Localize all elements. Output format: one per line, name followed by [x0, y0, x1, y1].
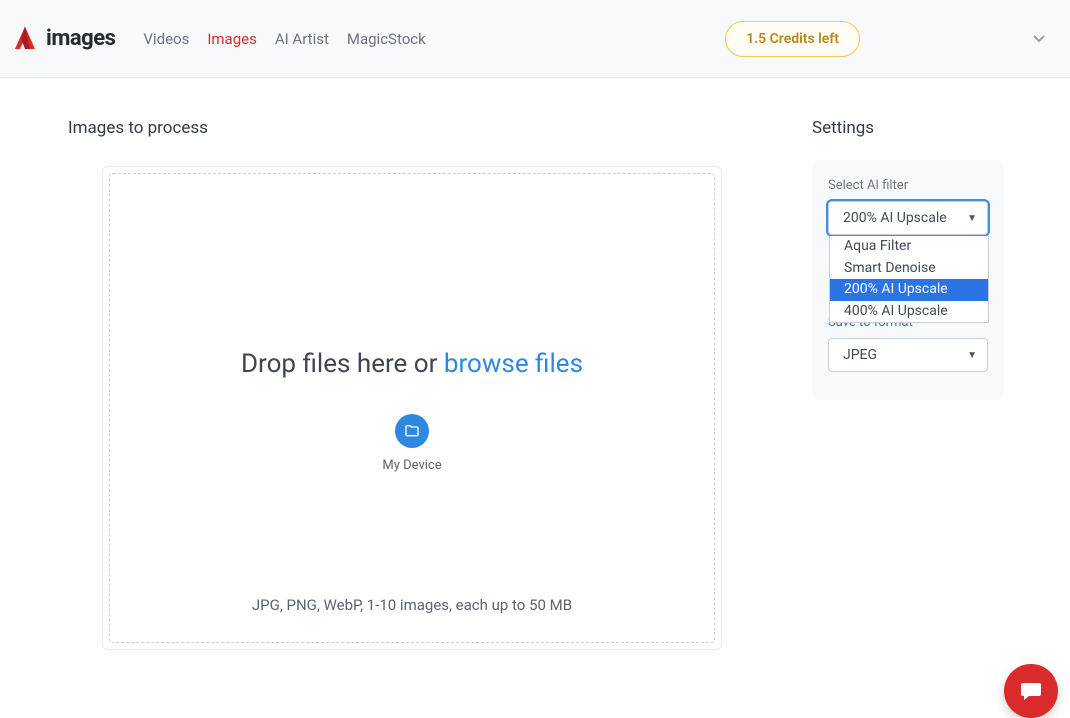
settings-card: Select AI filter 200% AI Upscale ▼ Aqua … [812, 160, 1004, 400]
filter-dropdown: Aqua Filter Smart Denoise 200% AI Upscal… [829, 236, 989, 323]
filter-select[interactable]: 200% AI Upscale ▼ Aqua Filter Smart Deno… [828, 201, 988, 235]
settings-title: Settings [812, 118, 1010, 138]
filter-select-value: 200% AI Upscale [843, 210, 947, 226]
filter-option-200[interactable]: 200% AI Upscale [830, 279, 988, 301]
dropzone[interactable]: Drop files here or browse files My Devic… [102, 166, 722, 650]
my-device-button[interactable]: My Device [382, 414, 441, 473]
folder-icon [404, 423, 420, 439]
format-select[interactable]: JPEG ▼ [828, 338, 988, 372]
filter-option-denoise[interactable]: Smart Denoise [830, 258, 988, 280]
chevron-down-icon: ▼ [967, 213, 977, 224]
brand-logo[interactable]: images [10, 24, 115, 54]
logo-icon [10, 24, 40, 54]
nav-magicstock[interactable]: MagicStock [347, 30, 426, 48]
drop-text: Drop files here or browse files [241, 349, 583, 379]
images-title: Images to process [68, 118, 722, 138]
nav-images[interactable]: Images [207, 30, 257, 48]
nav-videos[interactable]: Videos [143, 30, 189, 48]
drop-hint: JPG, PNG, WebP, 1-10 images, each up to … [252, 596, 572, 614]
drop-prefix: Drop files here or [241, 349, 444, 379]
chevron-down-icon: ▼ [967, 350, 977, 361]
browse-files-link[interactable]: browse files [444, 349, 583, 379]
filter-option-aqua[interactable]: Aqua Filter [830, 236, 988, 258]
format-select-value: JPEG [843, 347, 877, 363]
filter-option-400[interactable]: 400% AI Upscale [830, 301, 988, 323]
device-label: My Device [382, 458, 441, 473]
main-nav: Videos Images AI Artist MagicStock [143, 30, 425, 48]
chat-button[interactable] [1004, 664, 1058, 718]
credits-pill[interactable]: 1.5 Credits left [725, 21, 860, 57]
header: images Videos Images AI Artist MagicStoc… [0, 0, 1070, 78]
user-menu[interactable] [1020, 20, 1058, 58]
chevron-down-icon [1033, 35, 1045, 43]
brand-text: images [46, 26, 115, 51]
filter-label: Select AI filter [828, 178, 988, 193]
chat-icon [1019, 679, 1043, 703]
nav-ai-artist[interactable]: AI Artist [275, 30, 329, 48]
